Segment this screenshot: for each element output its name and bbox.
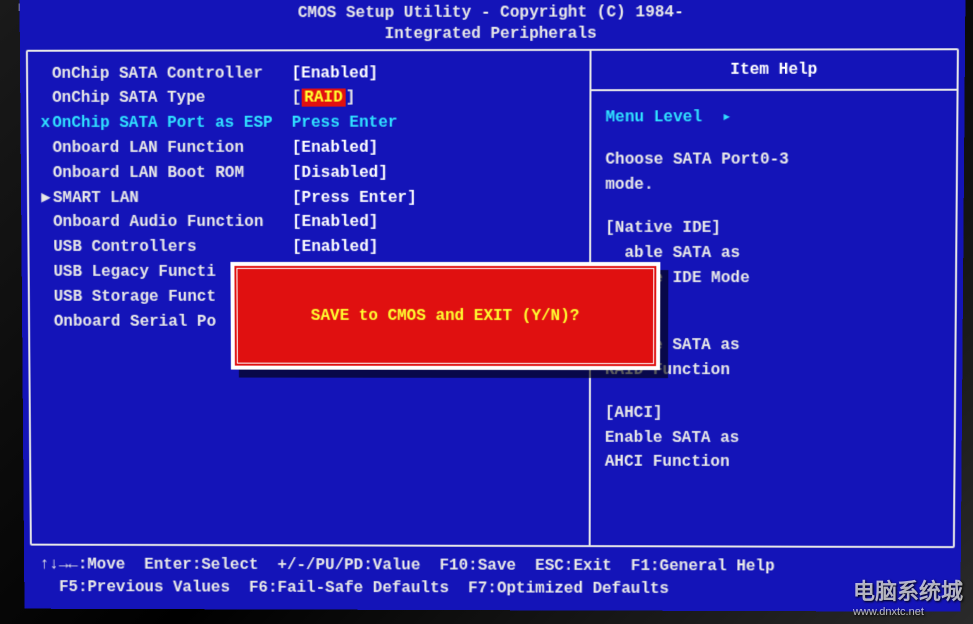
row-value: [Enabled]: [292, 61, 582, 86]
crt-screen: CMOS Setup Utility - Copyright (C) 1984-…: [19, 0, 965, 612]
row-value: Press Enter: [292, 111, 582, 136]
menu-level: Menu Level ▸: [605, 104, 942, 129]
arrow-icon: ▶: [39, 186, 53, 211]
row-lan-boot-rom[interactable]: Onboard LAN Boot ROM [Disabled]: [39, 160, 582, 185]
row-sata-type[interactable]: OnChip SATA Type [RAID]: [38, 86, 581, 112]
bios-screen[interactable]: CMOS Setup Utility - Copyright (C) 1984-…: [19, 0, 965, 612]
help-description: Choose SATA Port0-3 mode.: [605, 148, 942, 198]
row-lan-function[interactable]: Onboard LAN Function [Enabled]: [39, 136, 582, 161]
help-option-ahci: [AHCI] Enable SATA as AHCI Function: [605, 401, 940, 476]
row-sata-port-esp[interactable]: x OnChip SATA Port as ESP Press Enter: [38, 111, 581, 136]
row-label: OnChip SATA Type: [52, 86, 292, 111]
monitor-bezel: FLATRON Wide CMOS Setup Utility - Copyri…: [0, 0, 973, 624]
row-sata-controller[interactable]: OnChip SATA Controller [Enabled]: [38, 61, 582, 87]
chevron-right-icon: ▸: [722, 105, 732, 130]
row-value: [RAID]: [292, 86, 582, 111]
row-label: OnChip SATA Port as ESP: [52, 111, 292, 136]
row-audio-function[interactable]: Onboard Audio Function [Enabled]: [39, 210, 581, 235]
key-help-footer: ↑↓→←:Move Enter:Select +/-/PU/PD:Value F…: [24, 547, 961, 612]
save-exit-dialog[interactable]: SAVE to CMOS and EXIT (Y/N)?: [230, 262, 660, 370]
selected-value-highlight: RAID: [301, 89, 345, 107]
bios-title: CMOS Setup Utility - Copyright (C) 1984-…: [19, 0, 965, 47]
title-copyright: CMOS Setup Utility - Copyright (C) 1984-: [20, 2, 966, 25]
row-smart-lan[interactable]: ▶ SMART LAN [Press Enter]: [39, 185, 581, 210]
help-title: Item Help: [591, 50, 956, 91]
row-prefix: x: [38, 111, 52, 136]
row-label: OnChip SATA Controller: [52, 61, 292, 86]
row-usb-controllers[interactable]: USB Controllers [Enabled]: [39, 235, 581, 260]
row-prefix: [38, 86, 52, 111]
watermark: 电脑系统城 www.dnxtc.net: [853, 574, 963, 618]
title-page: Integrated Peripherals: [20, 23, 966, 46]
row-prefix: [38, 61, 52, 86]
dialog-message: SAVE to CMOS and EXIT (Y/N)?: [311, 307, 580, 325]
